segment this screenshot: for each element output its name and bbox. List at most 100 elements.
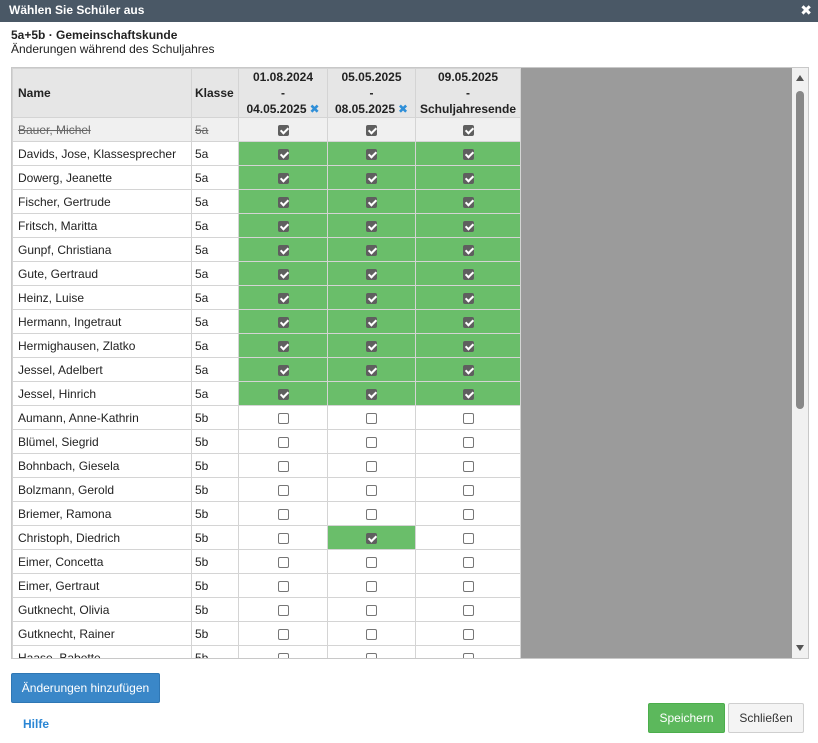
period-checkbox[interactable] <box>366 460 377 472</box>
period-3-cell[interactable] <box>415 645 521 658</box>
period-1-cell[interactable] <box>238 213 328 238</box>
period-checkbox[interactable] <box>277 412 289 424</box>
period-3-cell[interactable] <box>415 573 521 598</box>
period-1-cell[interactable] <box>238 477 328 502</box>
period-checkbox[interactable] <box>277 604 289 616</box>
period-1-cell[interactable] <box>238 357 328 382</box>
period-checkbox[interactable] <box>462 460 474 472</box>
period-checkbox[interactable] <box>277 436 289 448</box>
period-checkbox[interactable] <box>366 556 377 568</box>
period-3-cell[interactable] <box>415 597 521 622</box>
period-checkbox[interactable] <box>462 268 474 280</box>
period-1-cell[interactable] <box>238 645 328 658</box>
period-1-cell[interactable] <box>238 549 328 574</box>
period-1-cell[interactable] <box>238 141 328 166</box>
period-checkbox[interactable] <box>462 196 474 208</box>
period-2-cell[interactable] <box>327 477 416 502</box>
period-1-cell[interactable] <box>238 333 328 358</box>
period-3-cell[interactable] <box>415 261 521 286</box>
save-button[interactable]: Speichern <box>648 703 725 733</box>
period-checkbox[interactable] <box>366 364 377 376</box>
period-3-cell[interactable] <box>415 285 521 310</box>
period-checkbox[interactable] <box>462 412 474 424</box>
scroll-down-icon[interactable] <box>796 645 804 651</box>
period-checkbox[interactable] <box>462 316 474 328</box>
period-checkbox[interactable] <box>462 388 474 400</box>
period-2-cell[interactable] <box>327 357 416 382</box>
period-3-cell[interactable] <box>415 117 521 142</box>
period-checkbox[interactable] <box>462 220 474 232</box>
period-checkbox[interactable] <box>462 172 474 184</box>
period-checkbox[interactable] <box>366 412 377 424</box>
period-2-cell[interactable] <box>327 501 416 526</box>
period-checkbox[interactable] <box>277 364 289 376</box>
period-3-cell[interactable] <box>415 213 521 238</box>
period-3-cell[interactable] <box>415 405 521 430</box>
period-checkbox[interactable] <box>366 124 377 136</box>
period-checkbox[interactable] <box>366 436 377 448</box>
period-3-cell[interactable] <box>415 525 521 550</box>
period-3-cell[interactable] <box>415 477 521 502</box>
period-1-cell[interactable] <box>238 405 328 430</box>
period-checkbox[interactable] <box>462 556 474 568</box>
period-checkbox[interactable] <box>277 292 289 304</box>
period-2-cell[interactable] <box>327 165 416 190</box>
period-2-cell[interactable] <box>327 597 416 622</box>
period-1-cell[interactable] <box>238 429 328 454</box>
period-checkbox[interactable] <box>277 652 289 658</box>
period-checkbox[interactable] <box>366 652 377 658</box>
period-checkbox[interactable] <box>277 460 289 472</box>
period-checkbox[interactable] <box>366 484 377 496</box>
period-checkbox[interactable] <box>462 532 474 544</box>
period-1-cell[interactable] <box>238 573 328 598</box>
period-checkbox[interactable] <box>277 340 289 352</box>
period-checkbox[interactable] <box>462 580 474 592</box>
remove-period-icon[interactable]: ✖ <box>310 102 320 116</box>
period-3-cell[interactable] <box>415 429 521 454</box>
period-1-cell[interactable] <box>238 261 328 286</box>
period-checkbox[interactable] <box>277 220 289 232</box>
period-checkbox[interactable] <box>462 364 474 376</box>
period-checkbox[interactable] <box>366 388 377 400</box>
period-checkbox[interactable] <box>277 172 289 184</box>
period-1-cell[interactable] <box>238 285 328 310</box>
period-2-cell[interactable] <box>327 141 416 166</box>
period-checkbox[interactable] <box>462 292 474 304</box>
period-checkbox[interactable] <box>462 628 474 640</box>
period-3-cell[interactable] <box>415 621 521 646</box>
period-checkbox[interactable] <box>277 580 289 592</box>
period-2-cell[interactable] <box>327 405 416 430</box>
period-checkbox[interactable] <box>366 508 377 520</box>
period-checkbox[interactable] <box>462 484 474 496</box>
period-checkbox[interactable] <box>277 556 289 568</box>
period-1-cell[interactable] <box>238 501 328 526</box>
period-checkbox[interactable] <box>366 196 377 208</box>
scroll-up-icon[interactable] <box>796 75 804 81</box>
period-checkbox[interactable] <box>462 604 474 616</box>
period-checkbox[interactable] <box>366 340 377 352</box>
period-1-cell[interactable] <box>238 237 328 262</box>
period-checkbox[interactable] <box>277 388 289 400</box>
period-checkbox[interactable] <box>462 148 474 160</box>
period-2-cell[interactable] <box>327 237 416 262</box>
period-1-cell[interactable] <box>238 597 328 622</box>
period-3-cell[interactable] <box>415 333 521 358</box>
period-2-cell[interactable] <box>327 189 416 214</box>
period-2-cell[interactable] <box>327 549 416 574</box>
period-checkbox[interactable] <box>366 292 377 304</box>
remove-period-icon[interactable]: ✖ <box>398 102 408 116</box>
period-1-cell[interactable] <box>238 621 328 646</box>
period-checkbox[interactable] <box>366 316 377 328</box>
period-1-cell[interactable] <box>238 189 328 214</box>
period-checkbox[interactable] <box>462 436 474 448</box>
period-checkbox[interactable] <box>277 148 289 160</box>
vertical-scrollbar[interactable] <box>792 68 808 658</box>
period-checkbox[interactable] <box>366 580 377 592</box>
period-checkbox[interactable] <box>366 532 377 544</box>
period-2-cell[interactable] <box>327 381 416 406</box>
period-checkbox[interactable] <box>462 652 474 658</box>
period-checkbox[interactable] <box>277 628 289 640</box>
period-checkbox[interactable] <box>277 196 289 208</box>
period-3-cell[interactable] <box>415 237 521 262</box>
period-checkbox[interactable] <box>277 244 289 256</box>
